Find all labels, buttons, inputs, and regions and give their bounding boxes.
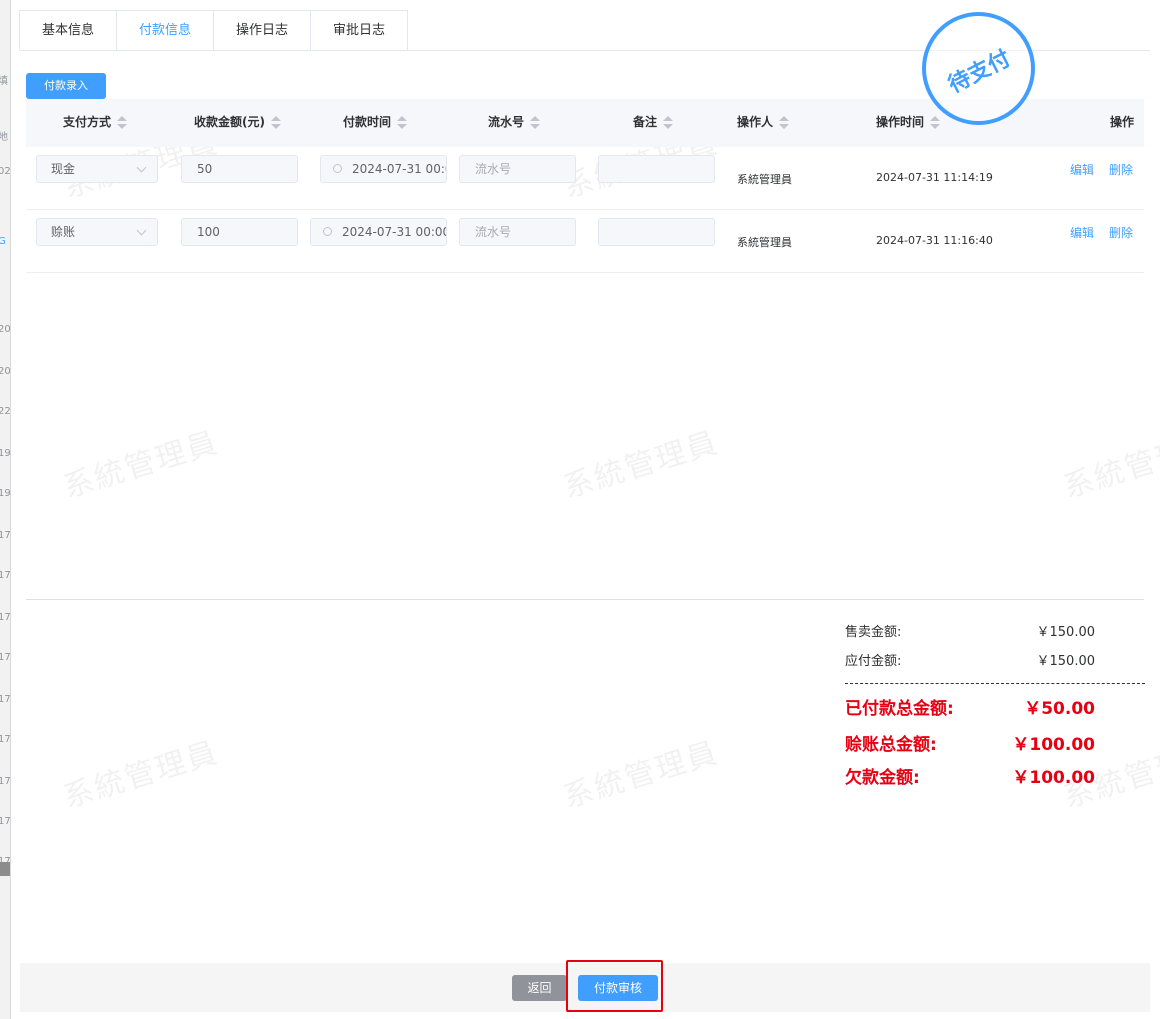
sort-icon[interactable]: [397, 115, 408, 130]
backdrop-fragment: 17: [0, 530, 11, 541]
watermark: 系統管理員: [559, 425, 723, 506]
clock-icon: [333, 164, 342, 173]
payment-method-select[interactable]: 赊账: [36, 218, 158, 246]
backdrop-fragment: 20: [0, 324, 11, 335]
column-header-label: 付款时间: [343, 115, 392, 129]
tab-bar: 基本信息 付款信息 操作日志 审批日志: [19, 10, 408, 50]
column-header-operator[interactable]: 操作人: [737, 99, 790, 147]
backdrop-fragment: 17: [0, 570, 11, 581]
remark-input[interactable]: [598, 155, 715, 183]
backdrop-fragment: 填: [0, 72, 8, 87]
watermark: 系統管理員: [559, 735, 723, 816]
serial-number-input[interactable]: 流水号: [459, 155, 576, 183]
backdrop-fragment: G: [0, 236, 6, 247]
credit-total-value: ￥100.00: [1012, 735, 1095, 755]
delete-link[interactable]: 删除: [1109, 161, 1133, 178]
backdrop-fragment: 19: [0, 488, 11, 499]
backdrop-fragment: 17: [0, 612, 11, 623]
column-header-actions: 操作: [1110, 115, 1135, 129]
sale-amount-label: 售卖金额:: [845, 625, 902, 640]
watermark: 系統管理員: [1059, 425, 1160, 506]
sort-icon[interactable]: [930, 115, 941, 130]
paid-total-value: ￥50.00: [1024, 699, 1095, 719]
backdrop-band: [0, 862, 10, 876]
tab-operation-log[interactable]: 操作日志: [213, 10, 311, 50]
payable-amount-label: 应付金额:: [845, 654, 902, 669]
backdrop-fragment: 19: [0, 448, 11, 459]
payment-time-value: 2024-07-31 00:00:00: [342, 225, 446, 239]
payment-time-value: 2024-07-31 00:00:00: [352, 162, 446, 176]
owed-amount-label: 欠款金额:: [845, 768, 920, 788]
column-header-label: 操作人: [737, 115, 774, 129]
add-payment-button[interactable]: 付款录入: [26, 73, 106, 99]
column-header-serial[interactable]: 流水号: [488, 99, 541, 147]
column-header-label: 收款金额(元): [194, 115, 265, 129]
row-divider: [26, 272, 1144, 273]
background-page-strip: 填 地 02 G 20 20 22 19 19 17 17 17 17 17 1…: [0, 0, 11, 1019]
chevron-down-icon: [136, 225, 147, 236]
serial-number-input[interactable]: 流水号: [459, 218, 576, 246]
backdrop-fragment: 17: [0, 694, 11, 705]
backdrop-fragment: 02: [0, 166, 11, 177]
tab-payment-info[interactable]: 付款信息: [116, 10, 214, 50]
operation-time: 2024-07-31 11:14:19: [876, 171, 993, 184]
chevron-down-icon: [136, 162, 147, 173]
backdrop-fragment: 17: [0, 652, 11, 663]
delete-link[interactable]: 删除: [1109, 224, 1133, 241]
watermark: 系統管理員: [59, 735, 223, 816]
operation-time: 2024-07-31 11:16:40: [876, 234, 993, 247]
amount-input[interactable]: 50: [181, 155, 298, 183]
select-value: 赊账: [51, 225, 76, 239]
backdrop-fragment: 22: [0, 406, 11, 417]
remark-input[interactable]: [598, 218, 715, 246]
sort-icon[interactable]: [663, 115, 674, 130]
operator-name: 系統管理員: [737, 173, 792, 186]
column-header-method[interactable]: 支付方式: [63, 99, 128, 147]
back-button[interactable]: 返回: [512, 975, 567, 1001]
payable-amount-value: ￥150.00: [1036, 654, 1096, 669]
edit-link[interactable]: 编辑: [1070, 224, 1094, 241]
column-header-label: 支付方式: [63, 115, 112, 129]
row-divider: [26, 209, 1144, 210]
backdrop-fragment: 20: [0, 366, 11, 377]
payment-method-select[interactable]: 现金: [36, 155, 158, 183]
select-value: 现金: [51, 162, 76, 176]
operator-name: 系統管理員: [737, 236, 792, 249]
summary-divider: [26, 599, 1144, 600]
sort-icon[interactable]: [117, 115, 128, 130]
column-header-amount[interactable]: 收款金额(元): [194, 99, 281, 147]
column-header-label: 流水号: [488, 115, 525, 129]
owed-amount-value: ￥100.00: [1012, 768, 1095, 788]
sort-icon[interactable]: [779, 115, 790, 130]
paid-total-label: 已付款总金额:: [845, 699, 954, 719]
sale-amount-value: ￥150.00: [1036, 625, 1096, 640]
column-header-remark[interactable]: 备注: [633, 99, 674, 147]
watermark: 系統管理員: [59, 425, 223, 506]
backdrop-fragment: 17: [0, 776, 11, 787]
payment-time-picker[interactable]: 2024-07-31 00:00:00: [320, 155, 447, 183]
column-header-op-time[interactable]: 操作时间: [876, 99, 941, 147]
backdrop-fragment: 17: [0, 816, 11, 827]
clock-icon: [323, 227, 332, 236]
credit-total-label: 赊账总金额:: [845, 735, 937, 755]
column-header-label: 操作时间: [876, 115, 925, 129]
edit-link[interactable]: 编辑: [1070, 161, 1094, 178]
sort-icon[interactable]: [530, 115, 541, 130]
tab-basic-info[interactable]: 基本信息: [19, 10, 117, 50]
status-stamp-text: 待支付: [944, 46, 1015, 99]
backdrop-fragment: 地: [0, 128, 8, 143]
highlight-box: [566, 960, 663, 1012]
payment-time-picker[interactable]: 2024-07-31 00:00:00: [310, 218, 447, 246]
sort-icon[interactable]: [270, 115, 281, 130]
tab-approval-log[interactable]: 审批日志: [310, 10, 408, 50]
status-stamp: 待支付: [922, 12, 1035, 125]
column-header-label: 备注: [633, 115, 658, 129]
backdrop-fragment: 17: [0, 734, 11, 745]
column-header-time[interactable]: 付款时间: [343, 99, 408, 147]
summary-dashed-divider: [845, 683, 1145, 684]
amount-input[interactable]: 100: [181, 218, 298, 246]
